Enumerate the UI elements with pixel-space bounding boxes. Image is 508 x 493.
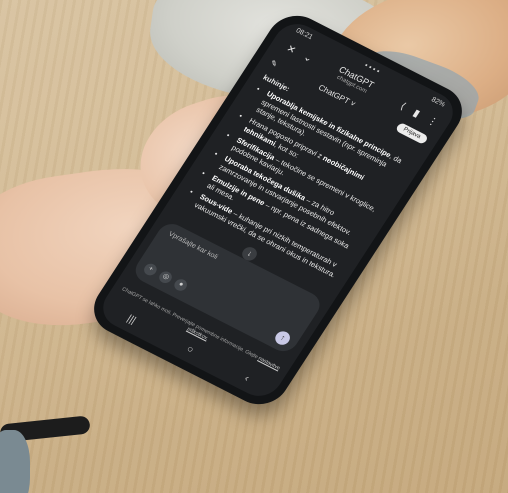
menu-icon[interactable]: ⋮ (425, 115, 440, 129)
sleeve (0, 430, 30, 493)
close-icon[interactable]: ✕ (284, 43, 298, 56)
composer-tools: + ◎ ● (141, 261, 190, 293)
status-icons: ▪ ▪ ▪ ▪ (363, 61, 382, 75)
recent-apps-icon[interactable]: ||| (125, 313, 138, 326)
mic-icon[interactable]: ● (172, 277, 190, 293)
edit-icon[interactable]: ✎ (269, 58, 280, 69)
photo: 08:21 ▪ ▪ ▪ ▪ 82% ✕ ⌄ ChatGPT chatgpt.co… (0, 0, 508, 493)
battery-level: 82% (430, 95, 447, 109)
scroll-down-icon[interactable]: ↓ (239, 244, 260, 263)
back-icon[interactable]: ‹ (242, 373, 251, 384)
bookmark-icon[interactable]: ▮ (411, 108, 422, 120)
share-icon[interactable]: ⟨ (398, 101, 408, 112)
send-icon[interactable]: ↑ (272, 328, 293, 348)
chevron-down-icon[interactable]: ⌄ (301, 52, 315, 65)
globe-icon[interactable]: ◎ (156, 269, 175, 286)
home-icon[interactable]: ○ (184, 343, 195, 355)
attach-icon[interactable]: + (141, 261, 160, 278)
composer-placeholder[interactable]: Vprašajte kar koli (167, 231, 219, 261)
